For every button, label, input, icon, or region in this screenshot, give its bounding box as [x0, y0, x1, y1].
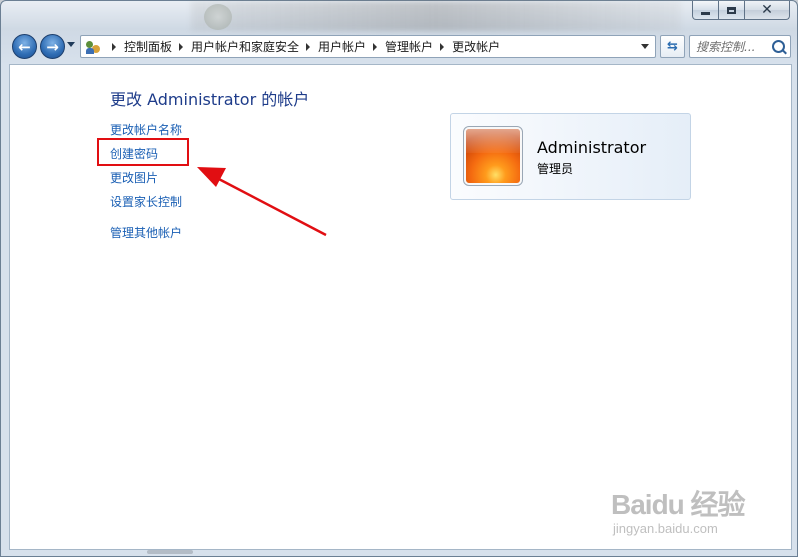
refresh-icon: ⇆	[667, 39, 678, 54]
caption-buttons: ✕	[692, 1, 790, 20]
avatar	[463, 126, 523, 186]
back-button[interactable]: ←	[12, 34, 37, 59]
close-button[interactable]: ✕	[745, 1, 790, 20]
link-change-picture[interactable]: 更改图片	[110, 169, 158, 186]
breadcrumb-user-accounts[interactable]: 用户帐户	[318, 38, 366, 55]
minimize-icon	[701, 11, 710, 15]
background-blur	[191, 1, 681, 31]
watermark: Baidu 经验 jingyan.baidu.com	[611, 483, 781, 543]
refresh-button[interactable]: ⇆	[660, 35, 685, 58]
watermark-logo: Baidu 经验	[611, 489, 746, 520]
breadcrumb-change-account[interactable]: 更改帐户	[452, 38, 500, 55]
annotation-highlight-box	[97, 138, 189, 166]
address-history-button[interactable]	[635, 36, 655, 57]
maximize-button[interactable]	[719, 1, 745, 20]
breadcrumb-separator-icon[interactable]	[179, 42, 184, 51]
window: ✕ ← → 控制面板 用户帐户和家庭安全 用户帐户 管理帐户 更改帐户 ⇆ 搜索…	[0, 0, 798, 557]
close-icon: ✕	[761, 1, 773, 18]
account-card: Administrator 管理员	[450, 113, 691, 200]
address-bar[interactable]: 控制面板 用户帐户和家庭安全 用户帐户 管理帐户 更改帐户	[80, 35, 656, 58]
search-box[interactable]	[689, 35, 791, 58]
breadcrumb-separator-icon[interactable]	[112, 42, 116, 51]
recent-pages-dropdown[interactable]	[67, 42, 75, 47]
breadcrumb-manage-accounts[interactable]: 管理帐户	[385, 38, 433, 55]
breadcrumb-separator-icon[interactable]	[306, 42, 311, 51]
background-blur-circle	[204, 4, 232, 30]
chevron-down-icon	[641, 44, 649, 49]
search-icon[interactable]	[772, 40, 785, 53]
search-input[interactable]	[696, 38, 768, 55]
navigation-bar: ← → 控制面板 用户帐户和家庭安全 用户帐户 管理帐户 更改帐户 ⇆	[9, 33, 791, 61]
account-name: Administrator	[537, 138, 647, 157]
forward-button[interactable]: →	[40, 34, 65, 59]
main-content: 更改 Administrator 的帐户 更改帐户名称 创建密码 更改图片 设置…	[9, 64, 792, 550]
breadcrumb-separator-icon[interactable]	[440, 42, 445, 51]
breadcrumb-separator-icon[interactable]	[373, 42, 378, 51]
control-panel-icon	[85, 39, 101, 55]
link-parental-controls[interactable]: 设置家长控制	[110, 193, 182, 210]
account-role: 管理员	[537, 162, 574, 176]
bottom-scroll-hint	[147, 550, 193, 554]
maximize-icon	[727, 6, 736, 14]
minimize-button[interactable]	[692, 1, 719, 20]
arrow-right-icon: →	[46, 37, 59, 56]
link-manage-other-accounts[interactable]: 管理其他帐户	[110, 224, 182, 241]
arrow-left-icon: ←	[18, 37, 31, 56]
watermark-url: jingyan.baidu.com	[613, 521, 718, 536]
breadcrumb-user-accounts-family[interactable]: 用户帐户和家庭安全	[191, 38, 299, 55]
breadcrumb-control-panel[interactable]: 控制面板	[124, 38, 172, 55]
link-change-account-name[interactable]: 更改帐户名称	[110, 121, 182, 138]
page-title: 更改 Administrator 的帐户	[110, 90, 310, 109]
